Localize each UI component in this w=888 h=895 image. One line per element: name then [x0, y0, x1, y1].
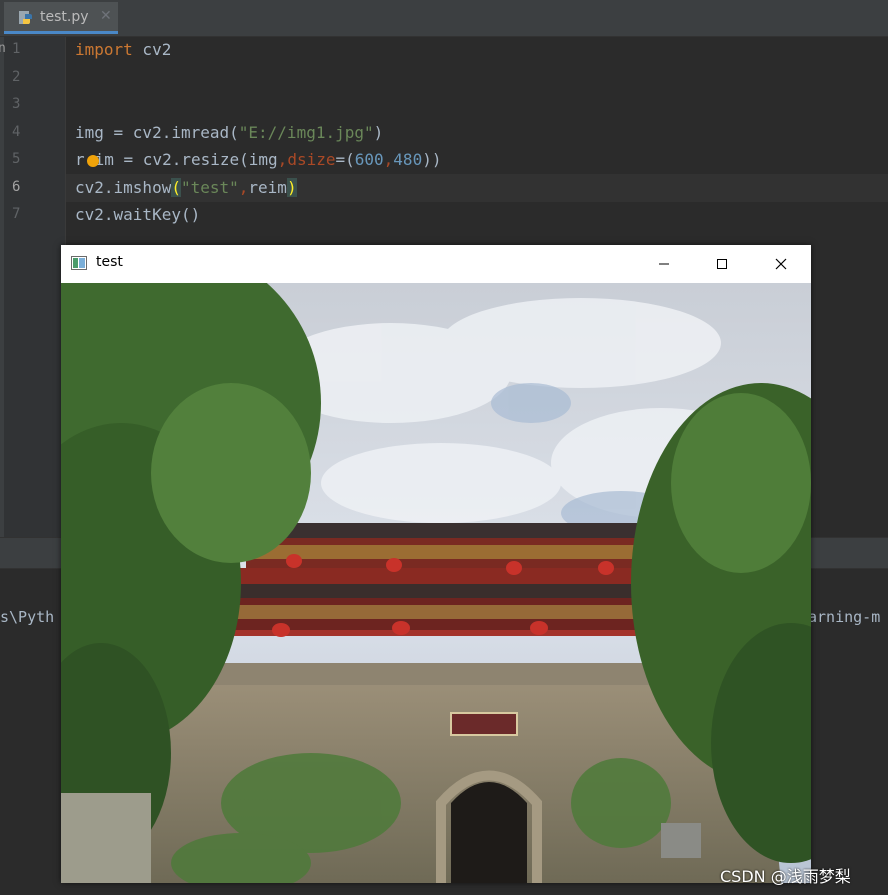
code-line-1[interactable]: import cv2 [75, 40, 171, 59]
line-number: 5 [12, 151, 21, 167]
line-number: 1 [12, 41, 21, 57]
line-number-active: 6 [12, 179, 21, 195]
opencv-window[interactable]: test [61, 245, 811, 883]
line-number: 4 [12, 124, 21, 140]
lightbulb-icon[interactable] [87, 155, 99, 167]
editor-tab-bar: test.py ✕ [0, 0, 888, 37]
window-titlebar[interactable]: test [61, 245, 811, 283]
stone-sign [661, 823, 701, 858]
code-text: )) [422, 150, 442, 169]
string-literal: "test" [180, 178, 239, 197]
line-gutter: n 1 2 3 4 5 6 7 [0, 37, 66, 537]
console-output-left: s\Pyth [0, 608, 55, 626]
minimize-icon [659, 263, 669, 265]
maximize-icon [717, 259, 727, 269]
close-tab-icon[interactable]: ✕ [100, 8, 112, 24]
param-name: dsize [287, 150, 336, 169]
tab-label: test.py [40, 9, 89, 25]
close-icon [775, 258, 787, 270]
line-number: 2 [12, 69, 21, 85]
gate-arch [451, 782, 527, 883]
window-title: test [96, 254, 123, 270]
comma: , [277, 150, 288, 169]
code-text: img = cv2.imread( [75, 123, 239, 142]
minimize-button[interactable] [641, 245, 687, 283]
code-line-5[interactable]: r im = cv2.resize(img,dsize=(600,480)) [75, 150, 441, 169]
number-literal: 480 [393, 150, 423, 169]
code-text: r [75, 150, 85, 169]
matched-paren: ( [171, 178, 181, 197]
python-file-icon [19, 11, 32, 24]
code-line-6[interactable]: cv2.imshow("test",reim) [75, 178, 297, 197]
window-app-icon [71, 256, 87, 270]
csdn-watermark: CSDN @浅雨梦梨 [720, 867, 851, 886]
code-line-4[interactable]: img = cv2.imread("E://img1.jpg") [75, 123, 383, 142]
tab-test-py[interactable]: test.py ✕ [4, 2, 118, 34]
stone-railing [61, 793, 151, 883]
number-literal: 600 [354, 150, 384, 169]
comma: , [383, 150, 394, 169]
code-text: cv2 [132, 40, 172, 59]
string-literal: "E://img1.jpg" [238, 123, 374, 142]
code-text: cv2.waitKey() [75, 205, 201, 224]
keyword-import: import [75, 40, 133, 59]
displayed-photo [61, 283, 811, 883]
line-number: 3 [12, 96, 21, 112]
comma: , [238, 178, 249, 197]
code-text: im = cv2.resize(img [94, 150, 278, 169]
console-output-right: arning-m [808, 608, 881, 626]
gutter-marker: n [0, 41, 6, 56]
matched-paren: ) [286, 178, 297, 197]
gutter-strip [0, 37, 4, 537]
gate-plaque [450, 712, 518, 736]
code-text: =( [335, 150, 355, 169]
line-number: 7 [12, 206, 21, 222]
close-button[interactable] [758, 245, 804, 283]
code-text: cv2.imshow [75, 178, 172, 197]
maximize-button[interactable] [699, 245, 745, 283]
code-text: ) [373, 123, 384, 142]
code-text: reim [248, 178, 287, 197]
code-line-7[interactable]: cv2.waitKey() [75, 205, 200, 224]
